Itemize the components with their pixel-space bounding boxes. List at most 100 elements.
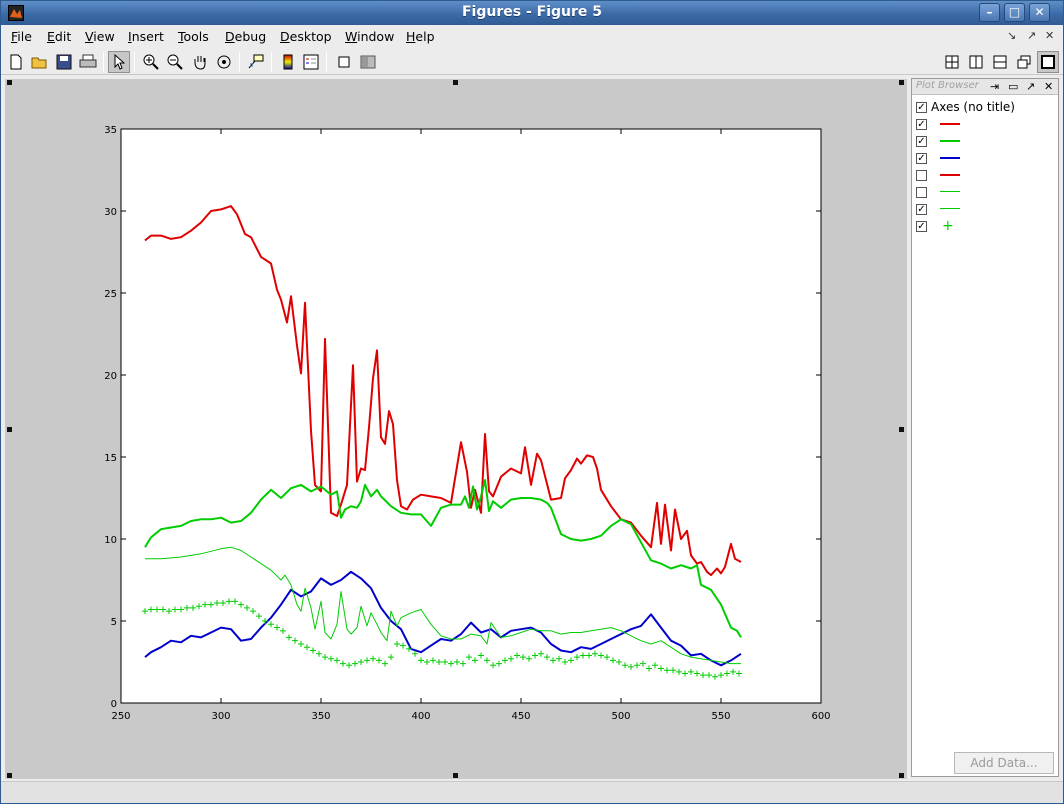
axes-label: Axes (no title) bbox=[931, 100, 1015, 114]
menu-help[interactable]: Help bbox=[406, 29, 435, 44]
close-icon[interactable]: ✕ bbox=[1029, 3, 1050, 22]
axes-box[interactable] bbox=[120, 128, 822, 704]
undock-icon[interactable]: ↗ bbox=[1027, 29, 1036, 42]
menu-window[interactable]: Window bbox=[345, 29, 394, 44]
undock-icon[interactable]: ↗ bbox=[1026, 80, 1035, 93]
float-icon[interactable] bbox=[1013, 51, 1035, 73]
axes-checkbox[interactable]: ✓ bbox=[916, 101, 927, 113]
y-tick-label: 0 bbox=[111, 699, 117, 710]
plot-browser-header: Plot Browser ⇥ ▭ ↗ ✕ bbox=[912, 79, 1058, 95]
x-tick-label: 500 bbox=[611, 711, 630, 722]
selection-handle[interactable] bbox=[7, 80, 12, 85]
axes-row[interactable]: ✓ Axes (no title) bbox=[916, 99, 1015, 115]
plot-browser-item[interactable] bbox=[916, 167, 927, 183]
selection-handle[interactable] bbox=[453, 80, 458, 85]
zoom-out-icon[interactable] bbox=[164, 51, 186, 73]
series-swatch bbox=[940, 191, 960, 192]
plot-browser-item[interactable]: ✓ bbox=[916, 218, 927, 234]
maximize-icon[interactable]: □ bbox=[1004, 3, 1025, 22]
x-tick-label: 550 bbox=[711, 711, 730, 722]
series-swatch bbox=[940, 123, 960, 125]
open-file-icon[interactable] bbox=[29, 51, 51, 73]
legend-icon[interactable] bbox=[300, 51, 322, 73]
series-checkbox[interactable]: ✓ bbox=[916, 135, 927, 147]
series-checkbox[interactable] bbox=[916, 186, 927, 198]
plot-browser-title: Plot Browser bbox=[916, 80, 979, 91]
dock-icon[interactable]: ↘ bbox=[1007, 29, 1016, 42]
maximize-layout-icon[interactable] bbox=[1037, 51, 1059, 73]
plot-browser-panel: Plot Browser ⇥ ▭ ↗ ✕ ✓ Axes (no title) ✓… bbox=[911, 78, 1059, 777]
selection-handle[interactable] bbox=[7, 427, 12, 432]
status-bar bbox=[1, 781, 1063, 803]
x-tick-label: 450 bbox=[511, 711, 530, 722]
plot-browser-item[interactable]: ✓ bbox=[916, 116, 927, 132]
new-figure-icon[interactable] bbox=[5, 51, 27, 73]
minimize-icon[interactable]: – bbox=[979, 3, 1000, 22]
data-cursor-icon[interactable] bbox=[245, 51, 267, 73]
y-tick-label: 15 bbox=[104, 453, 117, 464]
series-checkbox[interactable]: ✓ bbox=[916, 203, 927, 215]
menu-desktop[interactable]: Desktop bbox=[280, 29, 332, 44]
hide-plot-tools-icon[interactable] bbox=[333, 51, 355, 73]
toolbar-separator bbox=[134, 52, 135, 72]
series-checkbox[interactable] bbox=[916, 169, 927, 181]
left-right-icon[interactable] bbox=[965, 51, 987, 73]
x-tick-label: 300 bbox=[211, 711, 230, 722]
plot-browser-item[interactable] bbox=[916, 184, 927, 200]
plot-browser-item[interactable]: ✓ bbox=[916, 201, 927, 217]
panel-close-icon[interactable]: ✕ bbox=[1044, 80, 1053, 93]
y-tick-label: 20 bbox=[104, 371, 117, 382]
x-tick-label: 250 bbox=[111, 711, 130, 722]
colorbar-icon[interactable] bbox=[277, 51, 299, 73]
menu-bar: File Edit View Insert Tools Debug Deskto… bbox=[1, 25, 1063, 47]
menu-edit[interactable]: Edit bbox=[47, 29, 71, 44]
figure-window: Figures - Figure 5 – □ ✕ File Edit View … bbox=[0, 0, 1064, 804]
edit-plot-icon[interactable] bbox=[108, 51, 130, 73]
show-plot-tools-icon[interactable] bbox=[357, 51, 379, 73]
selection-handle[interactable] bbox=[453, 773, 458, 778]
menu-debug[interactable]: Debug bbox=[225, 29, 266, 44]
y-tick-label: 5 bbox=[111, 617, 117, 628]
add-data-button[interactable]: Add Data... bbox=[954, 752, 1054, 774]
series-swatch bbox=[940, 208, 960, 209]
series-swatch bbox=[940, 174, 960, 176]
rotate-3d-icon[interactable] bbox=[213, 51, 235, 73]
x-tick-label: 350 bbox=[311, 711, 330, 722]
menu-insert[interactable]: Insert bbox=[128, 29, 164, 44]
top-bottom-icon[interactable] bbox=[989, 51, 1011, 73]
restore-icon[interactable]: ▭ bbox=[1008, 80, 1018, 93]
series-checkbox[interactable]: ✓ bbox=[916, 220, 927, 232]
series-checkbox[interactable]: ✓ bbox=[916, 152, 927, 164]
menu-file[interactable]: File bbox=[11, 29, 32, 44]
toolbar bbox=[1, 48, 1063, 75]
save-icon[interactable] bbox=[53, 51, 75, 73]
selection-handle[interactable] bbox=[899, 427, 904, 432]
menu-tools[interactable]: Tools bbox=[178, 29, 209, 44]
selection-handle[interactable] bbox=[7, 773, 12, 778]
series-checkbox[interactable]: ✓ bbox=[916, 118, 927, 130]
x-tick-label: 600 bbox=[811, 711, 830, 722]
toolbar-separator bbox=[103, 52, 104, 72]
window-title: Figures - Figure 5 bbox=[461, 4, 602, 20]
y-tick-label: 25 bbox=[104, 289, 117, 300]
toolbar-separator bbox=[326, 52, 327, 72]
line-chart[interactable]: 250 300 350 400 450 500 550 600 0 5 10 15 20 25 30 35 bbox=[5, 79, 907, 779]
series-swatch bbox=[940, 157, 960, 159]
plot-browser-item[interactable]: ✓ bbox=[916, 150, 927, 166]
figure-canvas[interactable]: 250 300 350 400 450 500 550 600 0 5 10 15 20 25 30 35 bbox=[5, 79, 907, 779]
x-tick-label: 400 bbox=[411, 711, 430, 722]
y-tick-label: 35 bbox=[104, 125, 117, 136]
dock-arrow-icon[interactable]: ⇥ bbox=[990, 80, 999, 93]
title-bar: Figures - Figure 5 – □ ✕ bbox=[1, 1, 1063, 25]
menu-view[interactable]: View bbox=[85, 29, 115, 44]
print-icon[interactable] bbox=[77, 51, 99, 73]
y-tick-label: 10 bbox=[104, 535, 117, 546]
zoom-in-icon[interactable] bbox=[140, 51, 162, 73]
plot-browser-item[interactable]: ✓ bbox=[916, 133, 927, 149]
toolbar-separator bbox=[239, 52, 240, 72]
selection-handle[interactable] bbox=[899, 773, 904, 778]
selection-handle[interactable] bbox=[899, 80, 904, 85]
pan-icon[interactable] bbox=[189, 51, 211, 73]
menu-close-icon[interactable]: ✕ bbox=[1045, 29, 1054, 42]
tile-icon[interactable] bbox=[941, 51, 963, 73]
